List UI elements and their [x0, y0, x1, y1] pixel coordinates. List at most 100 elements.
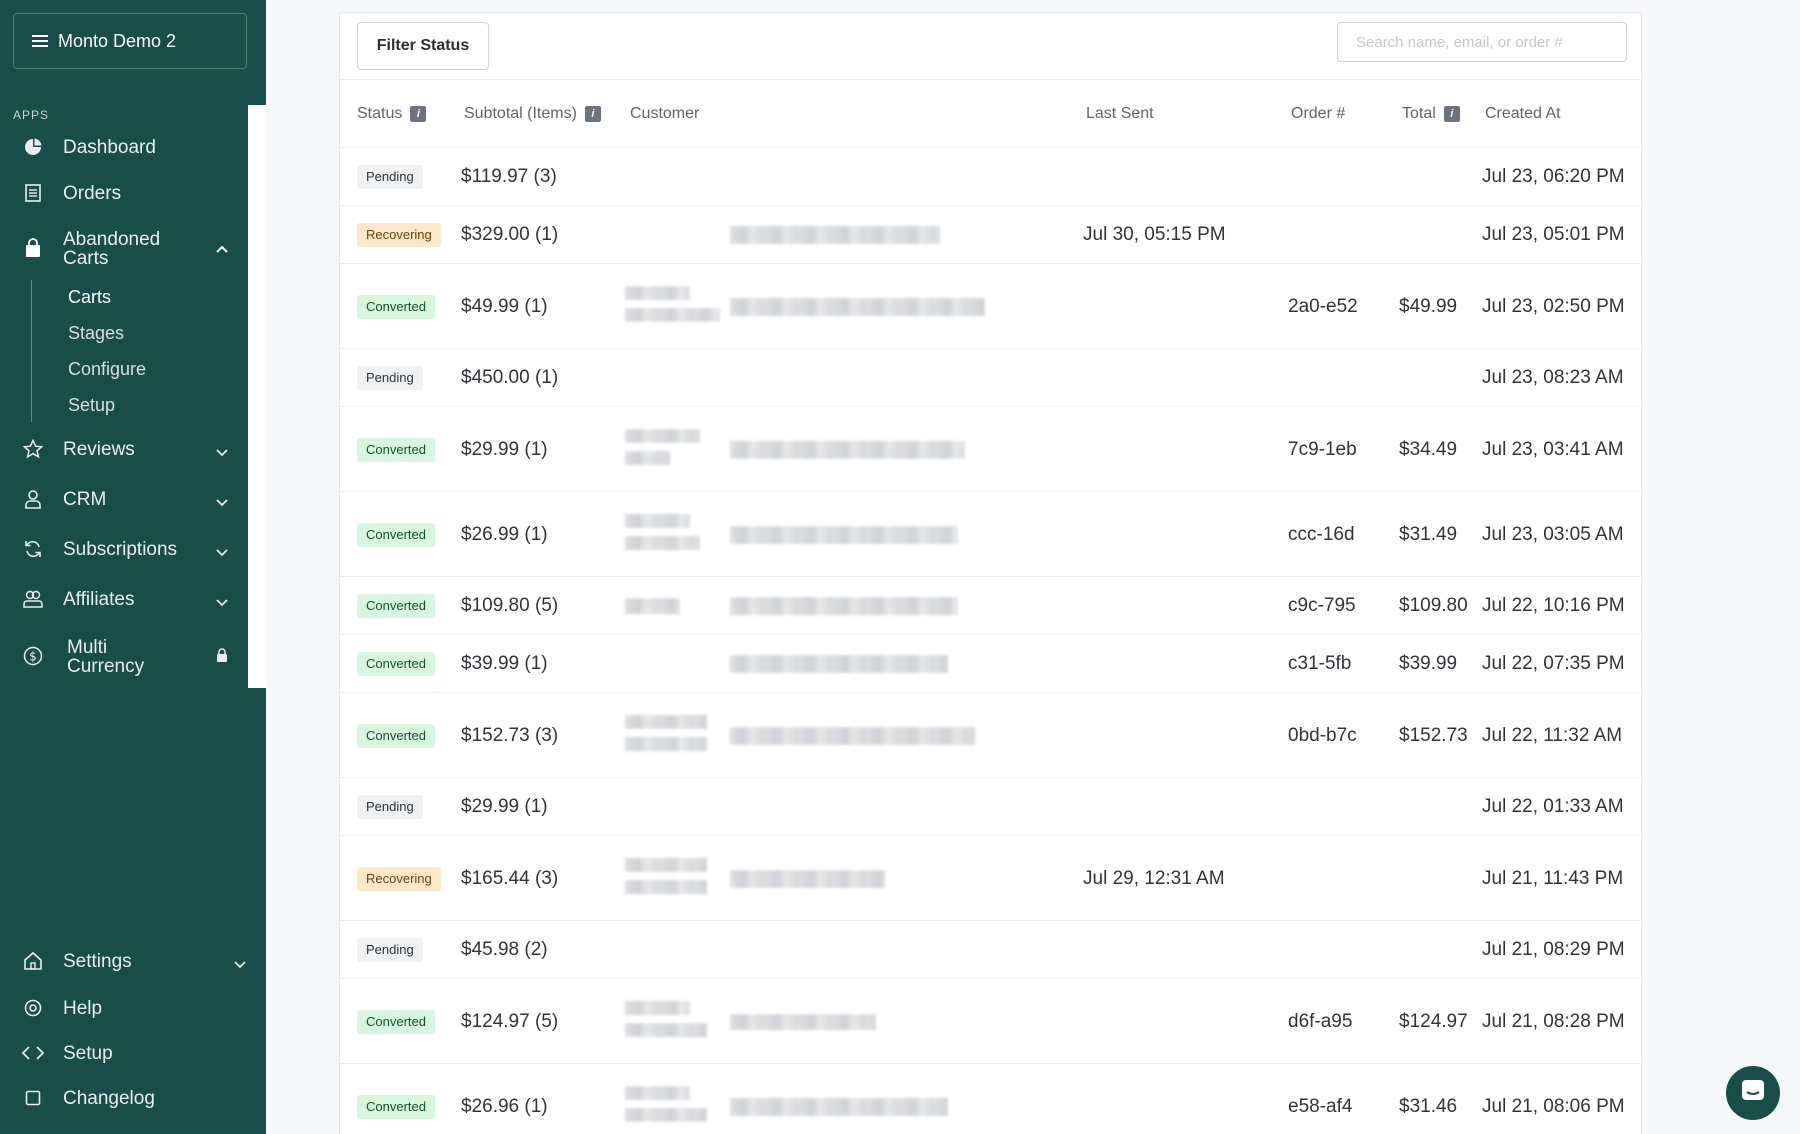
table-row[interactable]: Pending $119.97 (3) Jul 23, 06:20 PM — [340, 147, 1643, 205]
table-row[interactable]: Recovering $329.00 (1) Jul 30, 05:15 PM Jul… — [340, 205, 1643, 263]
chevron-down-icon — [216, 545, 228, 560]
info-icon[interactable]: i — [1443, 106, 1460, 122]
sidebar-item-help[interactable]: Help — [0, 997, 248, 1019]
table-row[interactable]: Converted $49.99 (1) 2a0-e52 $49.99 Jul 23, … — [340, 263, 1643, 348]
status-badge: Converted — [357, 723, 435, 748]
table-row[interactable]: Converted $26.99 (1) ccc-16d $31.49 Jul 23, … — [340, 491, 1643, 576]
status-badge: Recovering — [357, 223, 441, 247]
chat-icon — [1740, 1078, 1766, 1109]
created-at-cell: Jul 23, 08:23 AM — [1482, 367, 1624, 388]
status-badge: Converted — [357, 652, 435, 676]
dollar-circle-icon: $ — [22, 645, 44, 667]
sidebar-item-setup[interactable]: Setup — [0, 1042, 248, 1064]
sidebar-item-settings[interactable]: Settings — [0, 950, 248, 972]
submenu-item-configure[interactable]: Configure — [68, 359, 146, 380]
redacted-customer-info — [625, 285, 690, 300]
column-header-status[interactable]: Status i — [357, 105, 427, 123]
sidebar-item-abandoned-carts[interactable]: Abandoned Carts — [0, 228, 248, 268]
table-row[interactable]: Converted $29.99 (1) 7c9-1eb $34.49 Jul 23, … — [340, 406, 1643, 491]
star-icon — [22, 438, 44, 460]
created-at-cell: Jul 23, 03:05 AM — [1482, 523, 1624, 545]
order-number-cell: c9c-795 — [1288, 595, 1356, 616]
submenu-item-stages[interactable]: Stages — [68, 323, 124, 344]
redacted-customer-info — [730, 525, 958, 544]
sidebar-collapse-tab — [248, 105, 266, 688]
sidebar-item-crm[interactable]: CRM — [0, 488, 248, 510]
redacted-customer-info — [625, 1022, 707, 1037]
order-number-cell: e58-af4 — [1288, 1095, 1353, 1117]
sidebar-item-label: Changelog — [63, 1087, 155, 1109]
sidebar-item-changelog[interactable]: Changelog — [0, 1087, 248, 1109]
subtotal-cell: $119.97 (3) — [461, 166, 557, 187]
status-badge: Pending — [357, 938, 423, 962]
info-icon[interactable]: i — [410, 106, 427, 122]
sidebar-item-subscriptions[interactable]: Subscriptions — [0, 538, 248, 560]
submenu-item-carts[interactable]: Carts — [68, 287, 111, 308]
column-header-label: Status — [357, 105, 403, 122]
sidebar-item-orders[interactable]: Orders — [0, 182, 248, 204]
created-at-cell: Jul 22, 01:33 AM — [1482, 796, 1624, 817]
status-badge: Pending — [357, 366, 423, 390]
lock-icon — [216, 648, 228, 665]
sidebar-item-label: Affiliates — [63, 588, 135, 610]
carts-table-panel: Filter Status Status i Subtotal (Items) … — [339, 12, 1643, 1134]
svg-text:$: $ — [29, 650, 37, 664]
sidebar-item-label: Help — [63, 997, 103, 1019]
status-badge: Pending — [357, 165, 423, 189]
submenu-item-setup[interactable]: Setup — [68, 395, 115, 416]
table-row[interactable]: Pending $29.99 (1) Jul 22, 01:33 AM — [340, 777, 1643, 835]
column-header-total[interactable]: Total i — [1402, 105, 1460, 123]
sidebar-item-label: CRM — [63, 488, 107, 510]
sidebar-item-label: Setup — [63, 1042, 113, 1064]
column-header-subtotal[interactable]: Subtotal (Items) i — [464, 105, 601, 123]
redacted-customer-info — [730, 297, 985, 316]
sidebar-item-affiliates[interactable]: Affiliates — [0, 588, 248, 610]
workspace-switcher-button[interactable]: Monto Demo 2 — [13, 13, 247, 69]
redacted-customer-info — [730, 1013, 876, 1030]
filter-status-button[interactable]: Filter Status — [357, 22, 489, 70]
header-divider — [340, 79, 1643, 80]
sidebar-item-dashboard[interactable]: Dashboard — [0, 136, 248, 158]
column-header-last-sent[interactable]: Last Sent — [1086, 105, 1154, 123]
order-number-cell: d6f-a95 — [1288, 1010, 1353, 1032]
pie-chart-icon — [22, 136, 44, 158]
order-number-cell: 2a0-e52 — [1288, 295, 1358, 317]
status-badge: Recovering — [357, 866, 441, 891]
total-cell: $31.46 — [1399, 1095, 1458, 1117]
table-row[interactable]: Converted $26.96 (1) e58-af4 $31.46 Jul 21, … — [340, 1063, 1643, 1134]
column-header-order[interactable]: Order # — [1291, 105, 1345, 123]
home-icon — [22, 950, 44, 972]
total-cell: $34.49 — [1399, 438, 1458, 460]
sidebar-item-multi-currency[interactable]: $ Multi Currency — [0, 636, 248, 676]
created-at-cell: Jul 22, 07:35 PM — [1482, 653, 1625, 674]
search-input[interactable] — [1337, 22, 1627, 62]
info-icon[interactable]: i — [584, 106, 601, 122]
table-row[interactable]: Recovering $165.44 (3) Jul 29, 12:31 AM Jul… — [340, 835, 1643, 920]
subtotal-cell: $124.97 (5) — [461, 1010, 559, 1032]
sidebar-item-reviews[interactable]: Reviews — [0, 438, 248, 460]
table-row[interactable]: Converted $109.80 (5) c9c-795 $109.80 Jul 22… — [340, 576, 1643, 634]
column-header-created[interactable]: Created At — [1485, 105, 1561, 123]
table-row[interactable]: Converted $152.73 (3) 0bd-b7c $152.73 Jul 22… — [340, 692, 1643, 777]
column-header-customer[interactable]: Customer — [630, 105, 699, 123]
table-row[interactable]: Converted $39.99 (1) c31-5fb $39.99 Jul 22, … — [340, 634, 1643, 692]
status-badge: Converted — [357, 294, 435, 319]
table-row[interactable]: Pending $450.00 (1) Jul 23, 08:23 AM — [340, 348, 1643, 406]
chat-launcher-button[interactable] — [1726, 1066, 1780, 1120]
sidebar-item-label: Dashboard — [63, 136, 156, 158]
created-at-cell: Jul 23, 02:50 PM — [1482, 295, 1625, 317]
order-number-cell: c31-5fb — [1288, 653, 1352, 674]
apps-section-label: APPS — [13, 108, 50, 122]
redacted-customer-info — [625, 1085, 690, 1100]
redacted-customer-info — [625, 879, 707, 894]
sidebar-item-label: Multi Currency — [67, 637, 145, 677]
redacted-customer-info — [625, 1000, 690, 1015]
order-number-cell: ccc-16d — [1288, 523, 1355, 545]
redacted-customer-info — [625, 598, 680, 614]
table-row[interactable]: Pending $45.98 (2) Jul 21, 08:29 PM — [340, 920, 1643, 978]
created-at-cell: Jul 22, 10:16 PM — [1482, 595, 1625, 616]
table-row[interactable]: Converted $124.97 (5) d6f-a95 $124.97 Jul 21… — [340, 978, 1643, 1063]
refresh-icon — [22, 538, 44, 560]
redacted-customer-info — [730, 869, 885, 888]
order-number-cell: 0bd-b7c — [1288, 724, 1357, 746]
